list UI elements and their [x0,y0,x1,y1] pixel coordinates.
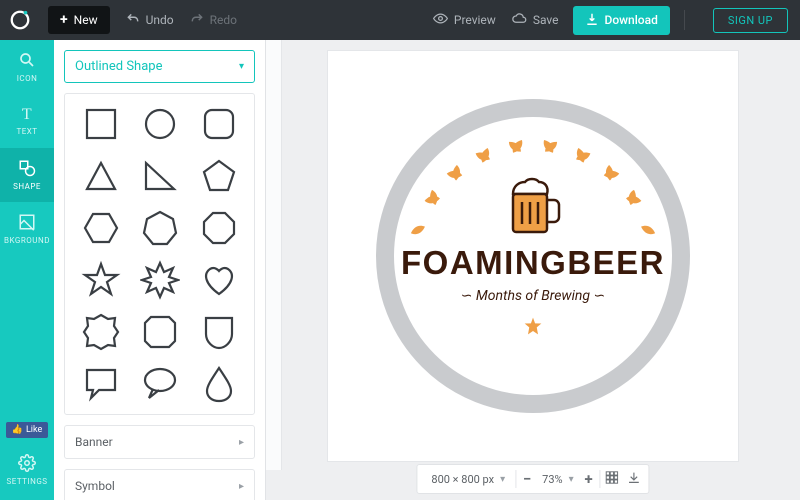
rail-item-shape[interactable]: SHAPE [0,148,54,202]
shape-heart[interactable] [193,260,244,300]
preview-button[interactable]: Preview [433,11,496,29]
logo-artwork[interactable]: FOAMINGBEER ∽ Months of Brewing ∽ [368,91,698,421]
shape-heptagon[interactable] [134,208,185,248]
shape-category-dropdown[interactable]: Outlined Shape ▾ [64,50,255,83]
rail-item-background[interactable]: BKGROUND [0,202,54,256]
shape-bevel-square[interactable] [134,312,185,352]
chevron-right-icon: ▸ [239,437,244,448]
chevron-down-icon: ▾ [239,61,244,72]
accordion-symbol[interactable]: Symbol ▸ [64,469,255,500]
dimensions-label: 800 × 800 px [431,473,494,486]
zoom-out-button[interactable]: − [516,470,538,488]
rail-item-text[interactable]: T TEXT [0,94,54,148]
canvas-statusbar: 800 × 800 px ▾ − 73% ▾ + [416,464,649,494]
new-button-label: New [74,13,98,27]
new-button[interactable]: + New [48,6,110,34]
undo-icon [126,12,140,29]
text-icon: T [22,106,32,124]
download-label: Download [605,13,658,27]
rail-label: SETTINGS [6,477,47,486]
shape-triangle[interactable] [75,156,126,196]
cloud-icon [512,11,527,29]
star-icon [523,316,543,336]
preview-label: Preview [454,13,496,27]
rail-label: TEXT [16,127,37,136]
shape-panel: Outlined Shape ▾ [54,40,266,500]
zoom-level-dropdown[interactable]: 73% ▾ [538,473,577,486]
dropdown-label: Outlined Shape [75,59,162,74]
accordion-label: Banner [75,435,113,449]
shape-speech-bubble-square[interactable] [75,364,126,404]
vertical-ruler [266,40,282,470]
download-icon [585,12,599,29]
shape-square[interactable] [75,104,126,144]
accordion-banner[interactable]: Banner ▸ [64,425,255,459]
zoom-in-button[interactable]: + [578,470,600,488]
chevron-down-icon: ▾ [500,474,505,485]
left-rail: ICON T TEXT SHAPE BKGROUND 👍 Like [0,40,54,500]
rail-label: ICON [17,74,38,83]
shape-circle[interactable] [134,104,185,144]
eye-icon [433,11,448,29]
zoom-label: 73% [542,473,562,486]
chevron-right-icon: ▸ [239,481,244,492]
facebook-like-button[interactable]: 👍 Like [6,422,49,438]
rail-item-settings[interactable]: SETTINGS [0,448,54,492]
redo-label: Redo [210,13,237,27]
layers-button[interactable] [623,470,645,488]
canvas[interactable]: FOAMINGBEER ∽ Months of Brewing ∽ [328,51,738,461]
signup-label: SIGN UP [728,14,773,27]
divider [684,10,685,30]
undo-button[interactable]: Undo [126,12,174,29]
shape-icon [18,159,36,179]
rail-item-icon[interactable]: ICON [0,40,54,94]
download-button[interactable]: Download [573,6,670,35]
shape-seal[interactable] [75,312,126,352]
shape-shield[interactable] [193,312,244,352]
thumbs-up-icon: 👍 [12,425,23,435]
search-icon [18,51,36,71]
top-toolbar: + New Undo Redo Preview Save Download SI… [0,0,800,40]
chevron-down-icon: ▾ [569,474,574,485]
shape-hexagon[interactable] [75,208,126,248]
save-button[interactable]: Save [512,11,559,29]
background-icon [18,213,36,233]
accordion-label: Symbol [75,479,115,493]
canvas-dimensions-dropdown[interactable]: 800 × 800 px ▾ [421,473,515,486]
signup-button[interactable]: SIGN UP [713,8,788,33]
shape-grid [64,93,255,415]
redo-button[interactable]: Redo [190,12,237,29]
undo-label: Undo [146,13,174,27]
canvas-area: FOAMINGBEER ∽ Months of Brewing ∽ 800 × … [266,40,800,500]
plus-icon: + [60,12,68,28]
save-label: Save [533,13,559,27]
grid-toggle-button[interactable] [601,470,623,488]
logo-title: FOAMINGBEER [401,244,665,282]
redo-icon [190,12,204,29]
shape-rounded-square[interactable] [193,104,244,144]
shape-pentagon[interactable] [193,156,244,196]
logo-subtitle: ∽ Months of Brewing ∽ [461,288,606,304]
shape-burst[interactable] [134,260,185,300]
shape-star[interactable] [75,260,126,300]
shape-octagon[interactable] [193,208,244,248]
shape-right-triangle[interactable] [134,156,185,196]
gear-icon [18,454,36,474]
shape-speech-bubble-round[interactable] [134,364,185,404]
beer-mug-icon [503,176,563,238]
rail-label: SHAPE [13,182,41,191]
like-label: Like [26,425,42,435]
rail-label: BKGROUND [4,236,50,245]
brand-logo[interactable] [0,0,40,40]
shape-drop[interactable] [193,364,244,404]
